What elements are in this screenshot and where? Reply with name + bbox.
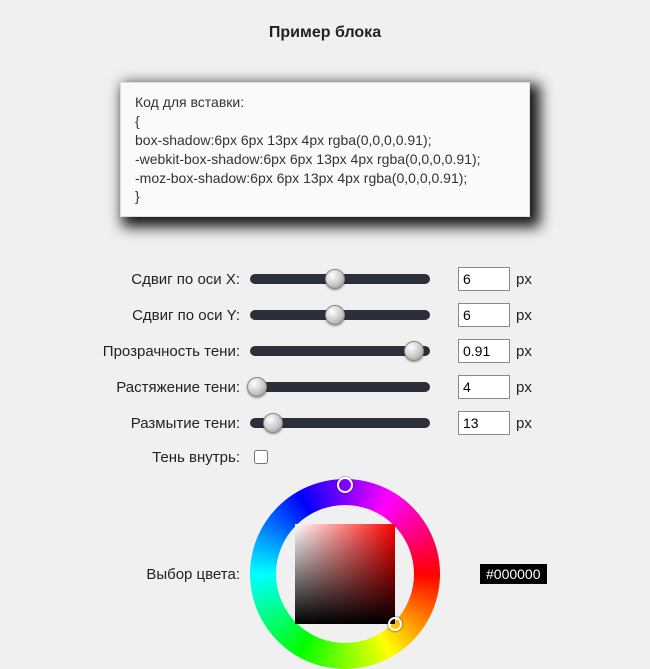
color-picker[interactable] (250, 479, 440, 669)
unit-blur: px (516, 415, 532, 432)
input-opacity[interactable] (458, 339, 510, 363)
controls-form: Сдвиг по оси X: px Сдвиг по оси Y: px Пр… (45, 267, 605, 669)
page-title: Пример блока (0, 0, 650, 52)
input-shift-y[interactable] (458, 303, 510, 327)
row-blur: Размытие тени: px (45, 411, 605, 435)
label-shift-x: Сдвиг по оси X: (45, 271, 250, 288)
hue-marker[interactable] (337, 477, 353, 493)
row-shift-x: Сдвиг по оси X: px (45, 267, 605, 291)
code-output-box: Код для вставки: { box-shadow:6px 6px 13… (120, 82, 530, 217)
code-line-moz: -moz-box-shadow:6px 6px 13px 4px rgba(0,… (135, 169, 515, 188)
input-shift-x[interactable] (458, 267, 510, 291)
label-inset: Тень внутрь: (45, 449, 250, 466)
color-value-display: #000000 (480, 564, 547, 584)
slider-spread[interactable] (250, 382, 430, 392)
slider-thumb-spread[interactable] (247, 377, 267, 397)
slider-opacity[interactable] (250, 346, 430, 356)
code-line-webkit: -webkit-box-shadow:6px 6px 13px 4px rgba… (135, 150, 515, 169)
row-color: Выбор цвета: #000000 (45, 479, 605, 669)
slider-thumb-shift-y[interactable] (325, 305, 345, 325)
checkbox-inset[interactable] (254, 450, 268, 464)
slider-thumb-shift-x[interactable] (325, 269, 345, 289)
slider-shift-y[interactable] (250, 310, 430, 320)
unit-shift-y: px (516, 307, 532, 324)
code-line-box-shadow: box-shadow:6px 6px 13px 4px rgba(0,0,0,0… (135, 131, 515, 150)
label-shift-y: Сдвиг по оси Y: (45, 307, 250, 324)
slider-thumb-blur[interactable] (263, 413, 283, 433)
row-opacity: Прозрачность тени: px (45, 339, 605, 363)
sv-square[interactable] (295, 524, 395, 624)
slider-shift-x[interactable] (250, 274, 430, 284)
row-spread: Растяжение тени: px (45, 375, 605, 399)
label-color: Выбор цвета: (45, 566, 250, 583)
code-label: Код для вставки: (135, 93, 515, 112)
label-blur: Размытие тени: (45, 415, 250, 432)
row-inset: Тень внутрь: (45, 447, 605, 467)
unit-opacity: px (516, 343, 532, 360)
slider-thumb-opacity[interactable] (404, 341, 424, 361)
input-blur[interactable] (458, 411, 510, 435)
row-shift-y: Сдвиг по оси Y: px (45, 303, 605, 327)
slider-blur[interactable] (250, 418, 430, 428)
unit-spread: px (516, 379, 532, 396)
code-brace-close: } (135, 187, 515, 206)
label-spread: Растяжение тени: (45, 379, 250, 396)
code-brace-open: { (135, 112, 515, 131)
sv-black-gradient (295, 524, 395, 624)
input-spread[interactable] (458, 375, 510, 399)
label-opacity: Прозрачность тени: (45, 343, 250, 360)
unit-shift-x: px (516, 271, 532, 288)
